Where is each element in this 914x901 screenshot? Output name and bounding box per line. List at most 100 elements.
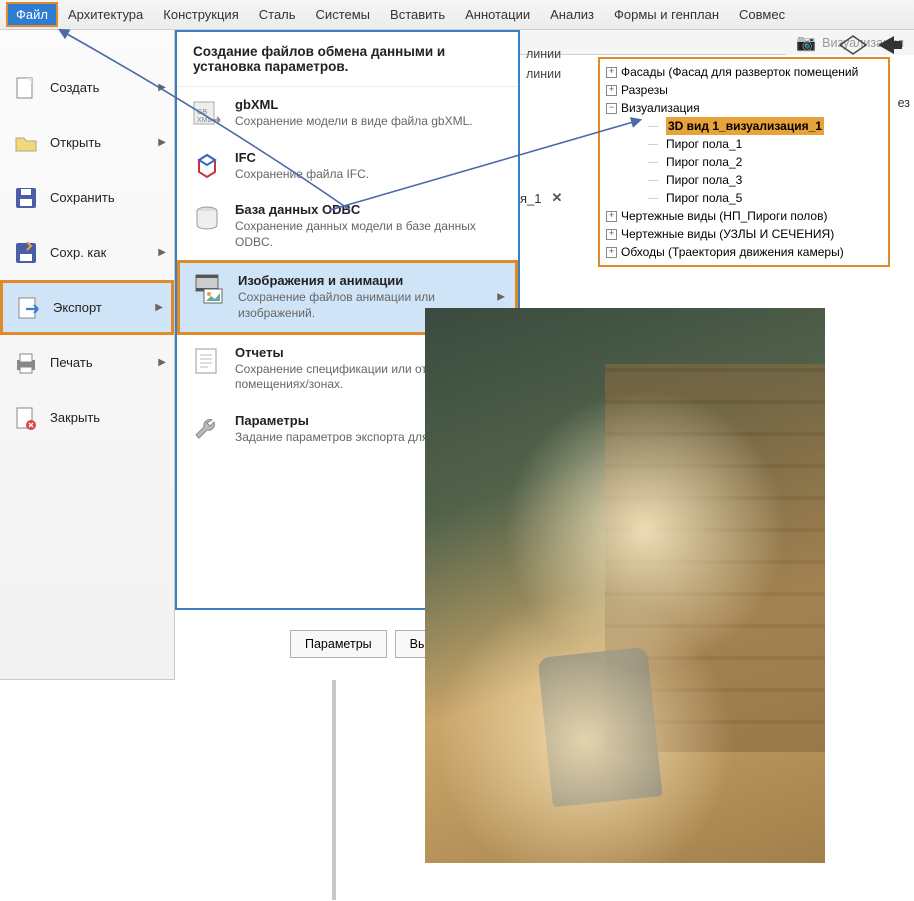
export-panel-header: Создание файлов обмена данными и установ… xyxy=(177,32,518,87)
file-item-label: Сохр. как xyxy=(50,245,106,260)
menu-insert[interactable]: Вставить xyxy=(380,2,455,27)
file-item-export[interactable]: Экспорт ▶ xyxy=(0,280,174,335)
lines-text-2: линии xyxy=(526,64,561,84)
gbxml-icon: GBXML xyxy=(191,97,223,129)
expander-icon[interactable]: − xyxy=(606,103,617,114)
camera-icon: 📷 xyxy=(796,33,816,53)
chevron-right-icon: ▶ xyxy=(158,137,166,148)
svg-text:XML: XML xyxy=(197,117,212,124)
diamond-icon[interactable] xyxy=(838,34,868,56)
wrench-icon xyxy=(191,413,223,445)
open-folder-icon xyxy=(12,129,40,157)
file-item-open[interactable]: Открыть ▶ xyxy=(0,115,174,170)
file-item-label: Создать xyxy=(50,80,99,95)
export-item-title: gbXML xyxy=(235,97,504,112)
tree-label: Пирог пола_5 xyxy=(666,189,742,207)
tree-row[interactable]: Пирог пола_1 xyxy=(606,135,882,153)
menu-annotations[interactable]: Аннотации xyxy=(455,2,540,27)
tree-label: Чертежные виды (УЗЛЫ И СЕЧЕНИЯ) xyxy=(621,225,834,243)
export-icon xyxy=(15,294,43,322)
close-doc-icon xyxy=(12,404,40,432)
file-item-label: Печать xyxy=(50,355,93,370)
print-icon xyxy=(12,349,40,377)
expander-icon[interactable]: + xyxy=(606,211,617,222)
file-item-print[interactable]: Печать ▶ xyxy=(0,335,174,390)
tree-row[interactable]: Пирог пола_3 xyxy=(606,171,882,189)
menu-systems[interactable]: Системы xyxy=(306,2,380,27)
svg-text:GB: GB xyxy=(197,109,207,116)
tree-row[interactable]: + Чертежные виды (НП_Пироги полов) xyxy=(606,207,882,225)
render-viewport[interactable] xyxy=(425,308,825,863)
file-item-save[interactable]: Сохранить xyxy=(0,170,174,225)
database-icon xyxy=(191,202,223,234)
expander-icon[interactable]: + xyxy=(606,85,617,96)
lines-text-1: линии xyxy=(526,44,561,64)
tree-label-highlighted: 3D вид 1_визуализация_1 xyxy=(666,117,824,135)
menu-collab[interactable]: Совмес xyxy=(729,2,795,27)
file-item-close[interactable]: Закрыть xyxy=(0,390,174,445)
tree-row[interactable]: Пирог пола_2 xyxy=(606,153,882,171)
tree-label: Визуализация xyxy=(621,99,700,117)
menu-architecture[interactable]: Архитектура xyxy=(58,2,153,27)
export-item-desc: Сохранение данных модели в базе данных O… xyxy=(235,219,504,250)
file-item-label: Открыть xyxy=(50,135,101,150)
menu-analysis[interactable]: Анализ xyxy=(540,2,604,27)
expander-icon[interactable]: + xyxy=(606,67,617,78)
chevron-right-icon: ▶ xyxy=(158,82,166,93)
export-item-title: База данных ODBC xyxy=(235,202,504,217)
close-icon[interactable]: ✕ xyxy=(552,190,563,206)
right-fragment: ез xyxy=(898,96,910,110)
export-item-title: IFC xyxy=(235,150,504,165)
tree-row[interactable]: + Чертежные виды (УЗЛЫ И СЕЧЕНИЯ) xyxy=(606,225,882,243)
file-item-label: Закрыть xyxy=(50,410,100,425)
tree-row[interactable]: 3D вид 1_визуализация_1 xyxy=(606,117,882,135)
export-item-odbc[interactable]: База данных ODBC Сохранение данных модел… xyxy=(177,192,518,260)
tree-label: Разрезы xyxy=(621,81,668,99)
project-browser-tree: + Фасады (Фасад для разверток помещений +… xyxy=(598,57,890,267)
file-item-label: Сохранить xyxy=(50,190,115,205)
new-doc-icon xyxy=(12,74,40,102)
chevron-right-icon: ▶ xyxy=(497,292,505,303)
view-tab[interactable]: я_1 ✕ xyxy=(520,190,562,206)
export-item-title: Изображения и анимации xyxy=(238,273,501,288)
chevron-right-icon: ▶ xyxy=(158,247,166,258)
expander-icon[interactable]: + xyxy=(606,247,617,258)
menu-file[interactable]: Файл xyxy=(6,2,58,27)
view-tab-label: я_1 xyxy=(520,191,542,206)
tree-row[interactable]: + Фасады (Фасад для разверток помещений xyxy=(606,63,882,81)
tree-label: Чертежные виды (НП_Пироги полов) xyxy=(621,207,827,225)
menu-structure[interactable]: Конструкция xyxy=(153,2,248,27)
tree-row[interactable]: Пирог пола_5 xyxy=(606,189,882,207)
export-item-desc: Сохранение модели в виде файла gbXML. xyxy=(235,114,504,130)
tree-label: Фасады (Фасад для разверток помещений xyxy=(621,63,858,81)
render-wall xyxy=(605,364,825,753)
lines-fragment: линии линии xyxy=(526,44,561,84)
file-item-saveas[interactable]: Сохр. как ▶ xyxy=(0,225,174,280)
export-item-desc: Сохранение файла IFC. xyxy=(235,167,504,183)
menu-steel[interactable]: Сталь xyxy=(249,2,306,27)
tree-row[interactable]: + Разрезы xyxy=(606,81,882,99)
saveas-icon xyxy=(12,239,40,267)
file-item-new[interactable]: Создать ▶ xyxy=(0,60,174,115)
ribbon-shapes xyxy=(838,34,904,56)
chevron-right-icon: ▶ xyxy=(158,357,166,368)
arrow-shape-icon[interactable] xyxy=(876,34,904,56)
file-menu: Создать ▶ Открыть ▶ Сохранить Сохр. как … xyxy=(0,30,175,680)
save-icon xyxy=(12,184,40,212)
tree-label: Пирог пола_2 xyxy=(666,153,742,171)
tree-label: Пирог пола_3 xyxy=(666,171,742,189)
tree-row[interactable]: + Обходы (Траектория движения камеры) xyxy=(606,243,882,261)
panel-divider[interactable] xyxy=(332,680,336,900)
export-item-gbxml[interactable]: GBXML gbXML Сохранение модели в виде фай… xyxy=(177,87,518,140)
export-item-ifc[interactable]: IFC Сохранение файла IFC. xyxy=(177,140,518,193)
options-button[interactable]: Параметры xyxy=(290,630,387,658)
render-chair xyxy=(537,647,662,808)
menubar: Файл Архитектура Конструкция Сталь Систе… xyxy=(0,0,914,30)
file-item-label: Экспорт xyxy=(53,300,102,315)
tree-row[interactable]: −Визуализация xyxy=(606,99,882,117)
tree-label: Обходы (Траектория движения камеры) xyxy=(621,243,844,261)
menu-massing[interactable]: Формы и генплан xyxy=(604,2,729,27)
expander-icon[interactable]: + xyxy=(606,229,617,240)
film-image-icon xyxy=(194,273,226,305)
report-icon xyxy=(191,345,223,377)
